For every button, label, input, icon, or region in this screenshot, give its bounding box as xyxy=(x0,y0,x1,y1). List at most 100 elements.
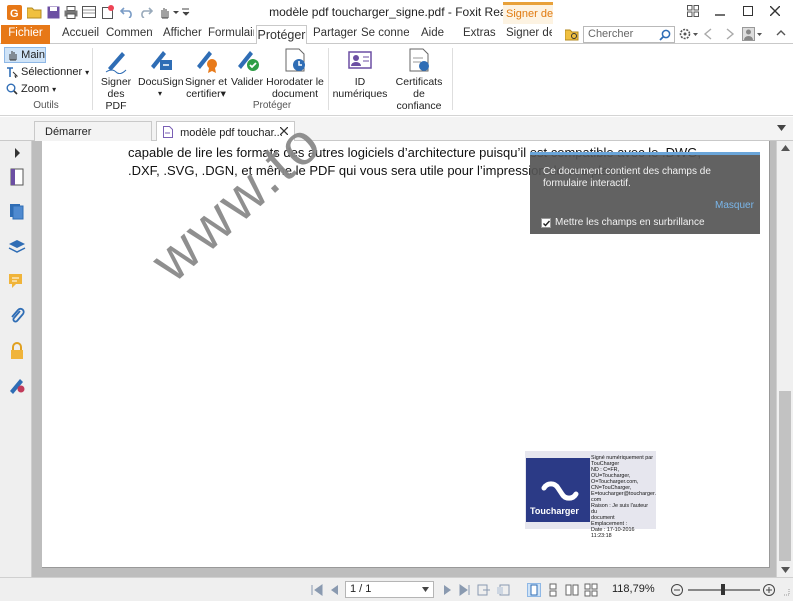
search-placeholder: Chercher xyxy=(588,28,634,40)
main-tool-button[interactable]: Main xyxy=(4,47,46,63)
pages-icon[interactable] xyxy=(7,201,27,221)
maximize-icon[interactable] xyxy=(738,2,758,20)
close-icon[interactable] xyxy=(765,2,785,20)
first-page-icon[interactable] xyxy=(310,583,324,597)
vertical-scrollbar[interactable] xyxy=(776,141,793,577)
tab-accueil[interactable]: Accueil xyxy=(62,25,99,44)
last-page-icon[interactable] xyxy=(458,583,472,597)
resize-grip-icon xyxy=(780,586,790,596)
highlight-fields-label: Mettre les champs en surbrillance xyxy=(555,217,705,228)
search-folder-icon[interactable] xyxy=(565,28,579,41)
select-tool-button[interactable]: Sélectionner ▾ xyxy=(4,64,89,80)
tab-formulaire[interactable]: Formulaire xyxy=(208,25,254,44)
previous-page-icon[interactable] xyxy=(328,583,342,597)
hand-tool-dropdown-icon[interactable] xyxy=(157,4,181,20)
minimize-icon[interactable] xyxy=(710,2,730,20)
zoom-icon xyxy=(6,83,18,95)
tab-se-connecter[interactable]: Se connect xyxy=(361,25,409,44)
foxit-logo-icon[interactable]: G xyxy=(6,4,22,20)
digital-ids-button[interactable]: ID numériques xyxy=(332,46,388,100)
tab-commenter[interactable]: Commenta xyxy=(106,25,153,44)
new-document-icon[interactable] xyxy=(99,4,115,20)
zoom-in-icon[interactable] xyxy=(762,583,776,597)
tab-afficher[interactable]: Afficher xyxy=(163,25,202,44)
search-icon[interactable] xyxy=(659,29,671,41)
outils-group-label: Outils xyxy=(33,100,59,111)
expand-sidebar-icon[interactable] xyxy=(7,143,27,163)
docusign-button[interactable]: DocuSign ▾ xyxy=(138,46,184,100)
user-account-icon[interactable] xyxy=(742,27,764,41)
scroll-up-icon[interactable] xyxy=(781,145,790,151)
status-bar: 1 / 1 118,79% xyxy=(0,577,793,601)
trusted-certificate-icon xyxy=(409,48,429,72)
page-thumbnail-icon[interactable] xyxy=(7,167,27,187)
page-dropdown-icon[interactable] xyxy=(422,587,429,592)
scroll-thumb[interactable] xyxy=(779,391,791,561)
ribbon-separator xyxy=(452,48,453,110)
redo-icon[interactable] xyxy=(138,4,154,20)
main-tool-label: Main xyxy=(21,49,45,61)
sign-certify-label-2: certifier▾ xyxy=(186,88,226,100)
tab-aide[interactable]: Aide xyxy=(421,25,444,44)
zoom-tool-button[interactable]: Zoom ▾ xyxy=(4,81,56,97)
signature-panel-icon[interactable] xyxy=(7,375,27,395)
back-arrow-icon[interactable] xyxy=(703,28,713,40)
context-tab-signer[interactable]: Signer de... xyxy=(503,2,553,24)
doc-tab-start-label: Démarrer xyxy=(45,126,92,138)
document-tabs: Démarrer modèle pdf touchar... xyxy=(0,117,793,142)
signature-detail: Raison : Je suis l'auteur du xyxy=(591,503,649,515)
validate-label: Valider xyxy=(231,76,263,88)
tab-proteger[interactable]: Protéger xyxy=(256,25,307,46)
single-page-view-icon[interactable] xyxy=(527,583,541,597)
customize-toolbar-icon[interactable] xyxy=(182,4,190,20)
scroll-down-icon[interactable] xyxy=(781,567,790,573)
validate-button[interactable]: Valider xyxy=(230,46,264,88)
print-icon[interactable] xyxy=(63,4,79,20)
settings-gear-icon[interactable] xyxy=(679,27,699,41)
digital-signature-field[interactable]: Toucharger Signé numériquement par TouCh… xyxy=(525,451,656,539)
logo-text: Toucharger xyxy=(530,506,579,516)
forward-arrow-icon[interactable] xyxy=(725,28,735,40)
highlight-fields-option[interactable]: Mettre les champs en surbrillance xyxy=(541,217,705,228)
layers-icon[interactable] xyxy=(7,236,27,256)
search-input[interactable]: Chercher xyxy=(583,26,675,43)
zoom-out-icon[interactable] xyxy=(670,583,684,597)
facing-view-icon[interactable] xyxy=(565,583,579,597)
digital-id-icon xyxy=(348,51,372,69)
hide-link[interactable]: Masquer xyxy=(715,200,754,211)
timestamp-label-2: document xyxy=(271,88,319,100)
email-icon[interactable] xyxy=(81,4,97,20)
zoom-slider-thumb[interactable] xyxy=(721,584,725,595)
signature-details: Signé numériquement par TouCharger ND : … xyxy=(591,455,656,539)
sign-pdf-label: Signer xyxy=(100,76,132,88)
pen-sign-icon xyxy=(105,52,127,74)
next-view-icon[interactable] xyxy=(496,583,510,597)
tab-fichier[interactable]: Fichier xyxy=(1,25,50,44)
save-icon[interactable] xyxy=(45,4,61,20)
digital-ids-label-2: numériques xyxy=(332,88,388,100)
next-page-icon[interactable] xyxy=(440,583,454,597)
doc-tab-start[interactable]: Démarrer xyxy=(34,121,152,142)
open-folder-icon[interactable] xyxy=(26,4,42,20)
digital-ids-label: ID xyxy=(354,76,366,88)
continuous-view-icon[interactable] xyxy=(546,583,560,597)
tab-list-dropdown-icon[interactable] xyxy=(777,125,786,131)
tab-signer-des[interactable]: Signer des xyxy=(506,25,552,44)
attachments-icon[interactable] xyxy=(7,306,27,326)
comments-icon[interactable] xyxy=(7,271,27,291)
sign-certify-button[interactable]: Signer et certifier▾ xyxy=(184,46,228,100)
sign-certify-icon xyxy=(197,51,217,73)
highlight-fields-checkbox[interactable] xyxy=(541,217,551,228)
continuous-facing-view-icon[interactable] xyxy=(584,583,598,597)
zoom-level[interactable]: 118,79% xyxy=(612,583,655,595)
tab-extras[interactable]: Extras xyxy=(463,25,496,44)
security-lock-icon[interactable] xyxy=(7,341,27,361)
previous-view-icon[interactable] xyxy=(477,583,491,597)
undo-icon[interactable] xyxy=(119,4,135,20)
docusign-icon xyxy=(151,51,172,70)
layout-icon[interactable] xyxy=(683,2,703,20)
collapse-ribbon-icon[interactable] xyxy=(776,28,786,38)
tab-partager[interactable]: Partager xyxy=(313,25,357,44)
page-number-input[interactable]: 1 / 1 xyxy=(345,581,434,598)
timestamp-button[interactable]: Horodater le document xyxy=(266,46,324,100)
